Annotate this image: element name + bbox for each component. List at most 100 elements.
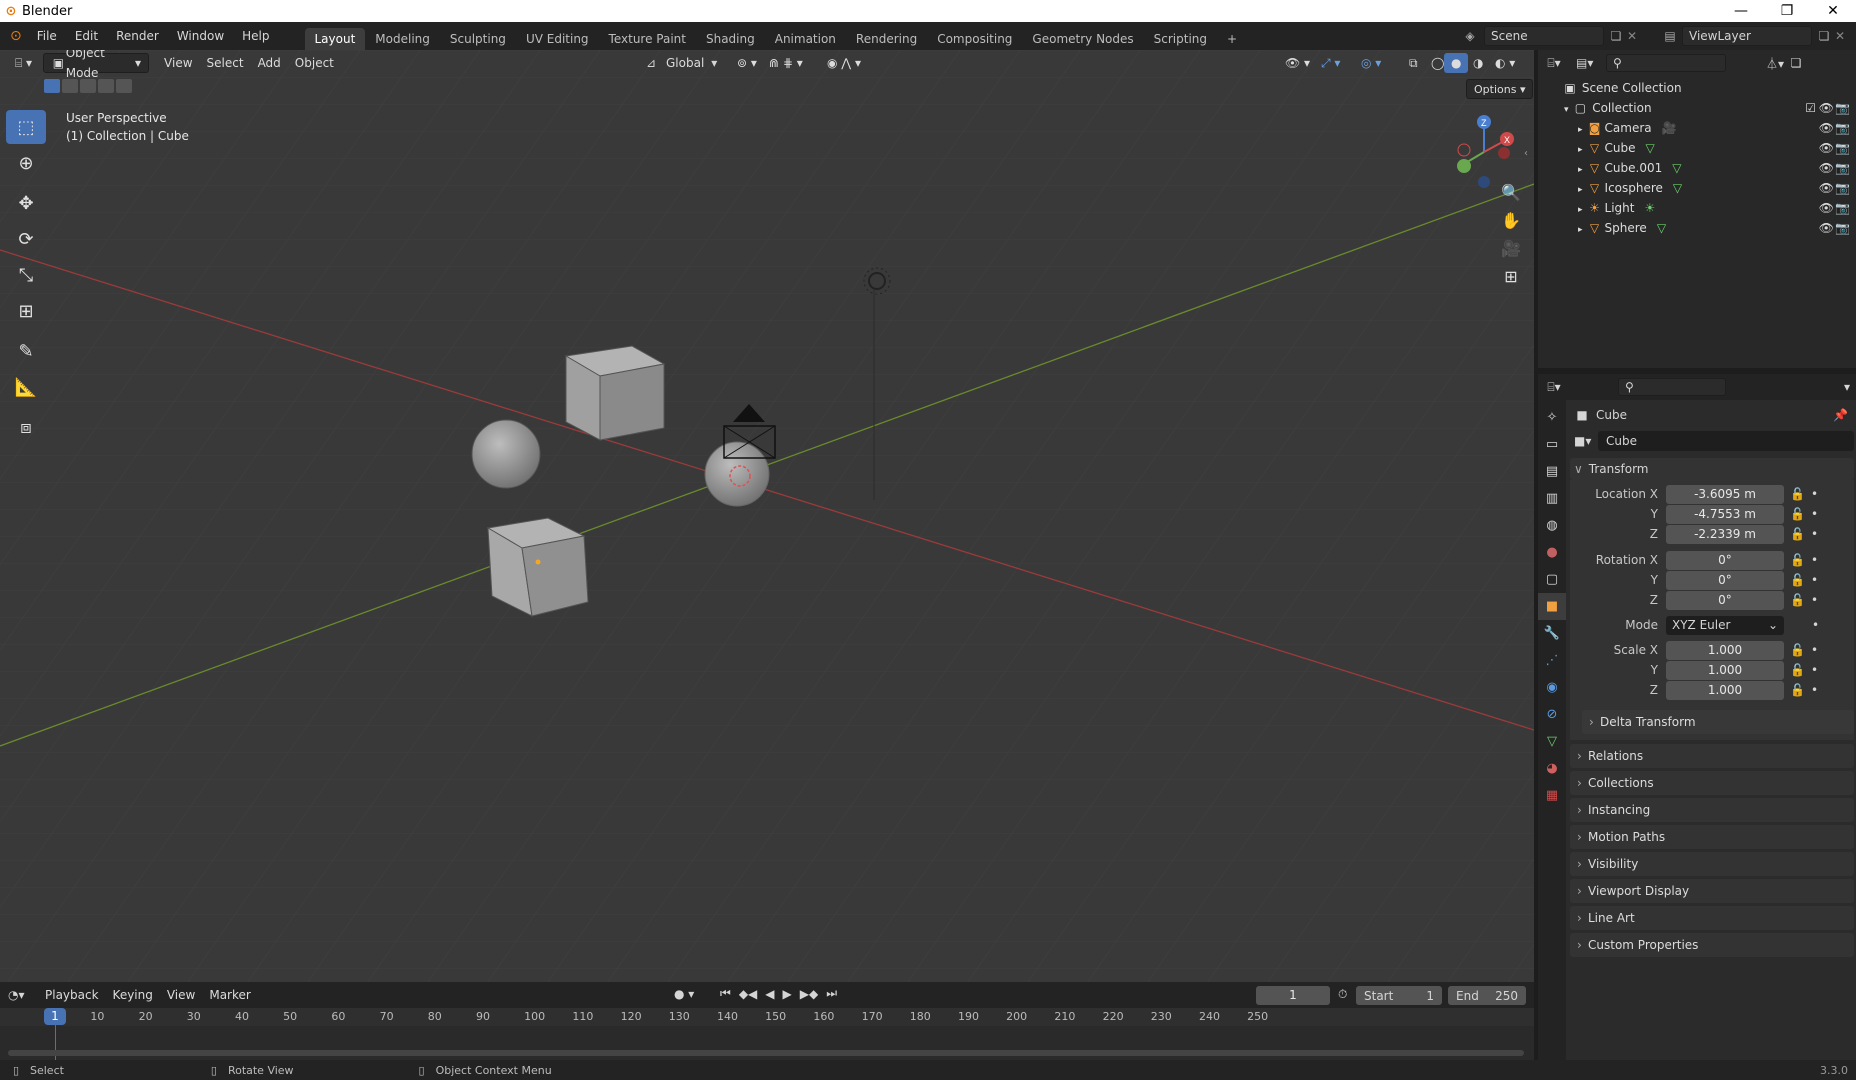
play-reverse-icon[interactable]: ◀ [765, 987, 774, 1001]
keyframe-dot-icon[interactable]: • [1811, 527, 1818, 541]
jump-end-icon[interactable]: ⏭ [826, 986, 837, 1001]
lock-icon[interactable]: 🔓 [1790, 593, 1805, 607]
outliner-item-cube-001[interactable]: ▸ ▽ Cube.001 ▽ 👁 📷 [1538, 158, 1856, 178]
properties-search-input[interactable]: ⚲ [1618, 378, 1726, 396]
location-y-field[interactable]: -4.7553 m [1666, 504, 1784, 524]
tab-compositing[interactable]: Compositing [927, 28, 1022, 50]
rotation-z-field[interactable]: 0° [1666, 590, 1784, 610]
outliner-item-icosphere[interactable]: ▸ ▽ Icosphere ▽ 👁 📷 [1538, 178, 1856, 198]
menu-render[interactable]: Render [107, 22, 168, 50]
tab-shading[interactable]: Shading [696, 28, 765, 50]
keyframe-dot-icon[interactable]: • [1812, 618, 1819, 632]
modifier-tab-icon[interactable]: 🔧 [1538, 620, 1566, 647]
menu-help[interactable]: Help [233, 22, 278, 50]
location-z-field[interactable]: -2.2339 m [1666, 524, 1784, 544]
prev-keyframe-icon[interactable]: ◆◀ [739, 987, 757, 1001]
editor-type-icon[interactable]: ⌸ ▾ [8, 53, 39, 73]
delete-scene-icon[interactable]: ✕ [1624, 29, 1640, 43]
scene-collection-row[interactable]: ▣ Scene Collection [1538, 78, 1856, 98]
timeline-menu-keying[interactable]: Keying [106, 985, 160, 1005]
outliner-item-camera[interactable]: ▸ ◙ Camera 🎥 👁 📷 [1538, 118, 1856, 138]
view-layer-name-field[interactable]: ViewLayer [1682, 26, 1812, 46]
cursor-tool[interactable]: ⊕ [6, 146, 46, 180]
keyframe-dot-icon[interactable]: • [1811, 643, 1818, 657]
editor-type-icon[interactable]: ⌸▾ [1546, 380, 1562, 395]
keyframe-dot-icon[interactable]: • [1811, 683, 1818, 697]
lock-icon[interactable]: 🔓 [1790, 527, 1805, 541]
panel-line-art[interactable]: Line Art [1570, 906, 1854, 930]
mesh-icon[interactable]: ▽ [1646, 141, 1655, 155]
preview-range-icon[interactable]: ⏱ [1338, 987, 1347, 1002]
menu-window[interactable]: Window [168, 22, 233, 50]
menu-edit[interactable]: Edit [66, 22, 107, 50]
keyframe-dot-icon[interactable]: • [1811, 663, 1818, 677]
scale-y-field[interactable]: 1.000 [1666, 660, 1784, 680]
expand-arrow-icon[interactable]: ▸ [1578, 125, 1583, 135]
select-intersect-icon[interactable] [116, 79, 132, 93]
expand-arrow-icon[interactable]: ▸ [1578, 145, 1583, 155]
tab-modeling[interactable]: Modeling [365, 28, 440, 50]
visibility-icon[interactable]: 👁 ▾ [1278, 53, 1317, 73]
particles-tab-icon[interactable]: ⋰ [1538, 647, 1566, 674]
eye-icon[interactable]: 👁 [1819, 138, 1834, 158]
outliner-search-input[interactable]: ⚲ [1606, 54, 1726, 72]
tab-add-workspace[interactable]: + [1217, 28, 1247, 50]
play-icon[interactable]: ▶ [783, 987, 792, 1001]
timeline-menu-view[interactable]: View [160, 985, 202, 1005]
camera-render-icon[interactable]: 📷 [1835, 138, 1850, 158]
current-frame-field[interactable]: 1 [1256, 986, 1330, 1005]
options-dropdown[interactable]: Options ▾ [1466, 79, 1534, 99]
tab-rendering[interactable]: Rendering [846, 28, 927, 50]
pan-hand-icon[interactable]: ✋ [1497, 206, 1525, 234]
tab-texture-paint[interactable]: Texture Paint [599, 28, 696, 50]
light-icon[interactable]: ☀ [1644, 201, 1655, 215]
gizmo-toggle-icon[interactable]: ⤢ ▾ [1314, 53, 1347, 73]
camera-icon[interactable]: 🎥 [1662, 121, 1677, 135]
view-layer-selector[interactable]: ▤ ViewLayer ❏ ✕ [1662, 25, 1848, 47]
lock-icon[interactable]: 🔓 [1790, 683, 1805, 697]
scale-x-field[interactable]: 1.000 [1666, 640, 1784, 660]
location-x-field[interactable]: -3.6095 m [1666, 484, 1784, 504]
tab-animation[interactable]: Animation [765, 28, 846, 50]
scene-selector[interactable]: ◈ Scene ❏ ✕ [1462, 25, 1640, 47]
outliner-item-cube[interactable]: ▸ ▽ Cube ▽ 👁 📷 [1538, 138, 1856, 158]
next-keyframe-icon[interactable]: ▶◆ [800, 987, 818, 1001]
panel-collections[interactable]: Collections [1570, 771, 1854, 795]
eye-icon[interactable]: 👁 [1819, 178, 1834, 198]
add-cube-tool[interactable]: ⧈ [6, 410, 46, 444]
outliner-item-light[interactable]: ▸ ☀ Light ☀ 👁 📷 [1538, 198, 1856, 218]
cube-001-object[interactable] [486, 517, 589, 617]
panel-visibility[interactable]: Visibility [1570, 852, 1854, 876]
panel-relations[interactable]: Relations [1570, 744, 1854, 768]
timeline-track-area[interactable]: 10 20 30 40 50 60 70 80 90 100 110 120 130 140 150 160 1… [0, 1008, 1534, 1060]
lock-icon[interactable]: 🔓 [1790, 553, 1805, 567]
scale-tool[interactable]: ⤡ [6, 258, 46, 292]
collection-row[interactable]: ▾ ▢ Collection ☑ 👁 📷 [1538, 98, 1856, 118]
tab-scripting[interactable]: Scripting [1144, 28, 1217, 50]
timeline-menu-playback[interactable]: Playback [38, 985, 106, 1005]
lock-icon[interactable]: 🔓 [1790, 643, 1805, 657]
editor-type-icon[interactable]: ◔▾ [8, 988, 25, 1002]
viewport-menu-add[interactable]: Add [251, 53, 288, 73]
exclude-checkbox-icon[interactable]: ☑ [1805, 98, 1816, 118]
mesh-icon[interactable]: ▽ [1673, 181, 1682, 195]
panel-motion-paths[interactable]: Motion Paths [1570, 825, 1854, 849]
pivot-point-icon[interactable]: ⊚ ▾ [730, 53, 764, 73]
blender-menu-icon[interactable]: ⊙ [0, 26, 28, 46]
transform-tool[interactable]: ⊞ [6, 294, 46, 328]
display-mode-icon[interactable]: ▤▾ [1576, 56, 1593, 70]
eye-icon[interactable]: 👁 [1819, 118, 1834, 138]
material-tab-icon[interactable]: ◕ [1538, 755, 1566, 782]
keyframe-dot-icon[interactable]: • [1811, 553, 1818, 567]
jump-start-icon[interactable]: ⏮ [720, 986, 731, 1001]
tool-tab-icon[interactable]: ✧ [1538, 404, 1566, 431]
lock-icon[interactable]: 🔓 [1790, 507, 1805, 521]
rotation-mode-dropdown[interactable]: XYZ Euler ⌄ [1666, 615, 1784, 635]
object-name-field[interactable]: Cube [1598, 431, 1854, 451]
view-layer-tab-icon[interactable]: ▥ [1538, 485, 1566, 512]
transform-orientation-dropdown[interactable]: ⊿ Global ▾ [643, 53, 717, 73]
expand-arrow-icon[interactable]: ▸ [1578, 165, 1583, 175]
pin-icon[interactable]: 📌 [1833, 408, 1848, 422]
new-view-layer-icon[interactable]: ❏ [1816, 29, 1832, 43]
panel-viewport-display[interactable]: Viewport Display [1570, 879, 1854, 903]
